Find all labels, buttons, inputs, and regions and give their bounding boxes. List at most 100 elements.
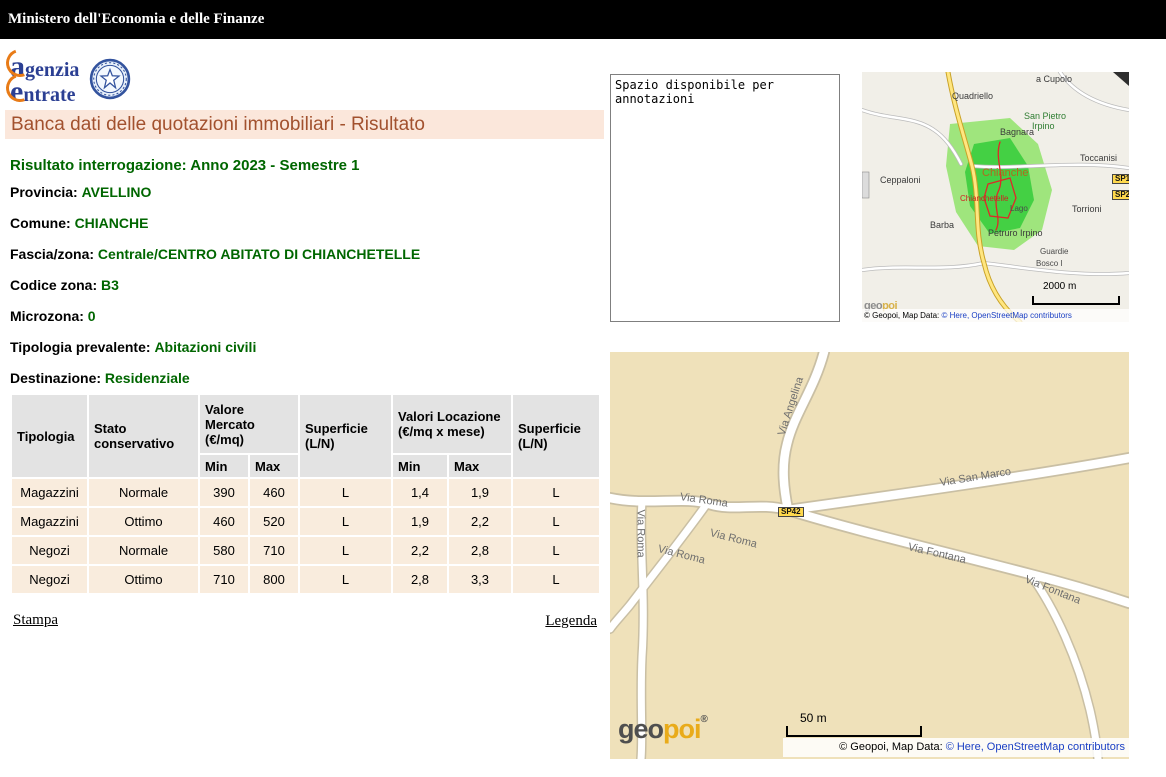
attribution-text: © Geopoi, Map Data: xyxy=(839,741,946,753)
annotations-textarea[interactable]: Spazio disponibile per annotazioni xyxy=(610,74,840,322)
map-label: Barba xyxy=(930,221,954,230)
cell-vm-max: 710 xyxy=(250,537,298,564)
quotazioni-table: Tipologia Stato conservativo Valore Merc… xyxy=(10,393,601,595)
cell-tipologia: Magazzini xyxy=(12,479,87,506)
agenzia-entrate-logo[interactable]: agenzia entrate xyxy=(10,56,131,106)
field-label: Destinazione: xyxy=(10,370,101,386)
cell-vm-max: 800 xyxy=(250,566,298,593)
col-header-max: Max xyxy=(449,455,511,477)
map-scale-label: 50 m xyxy=(800,711,827,725)
cell-superficie: L xyxy=(300,537,391,564)
cell-superficie: L xyxy=(300,479,391,506)
logo-line-2: entrate xyxy=(10,81,79,106)
col-header-min: Min xyxy=(200,455,248,477)
result-fields: Provincia: AVELLINO Comune: CHIANCHE Fas… xyxy=(10,184,420,401)
cell-vl-min: 1,4 xyxy=(393,479,447,506)
col-header-valori-locazione: Valori Locazione (€/mq x mese) xyxy=(393,395,511,453)
cell-vm-min: 460 xyxy=(200,508,248,535)
map-label: Via Roma xyxy=(709,528,758,550)
cell-vl-max: 3,3 xyxy=(449,566,511,593)
col-header-superficie-1: Superficie (L/N) xyxy=(300,395,391,477)
cell-stato: Normale xyxy=(89,537,198,564)
legenda-wrap: Legenda xyxy=(5,612,597,630)
cell-stato: Ottimo xyxy=(89,566,198,593)
cell-superficie: L xyxy=(513,479,599,506)
attribution-links[interactable]: © Here, OpenStreetMap contributors xyxy=(946,741,1125,753)
result-field: Provincia: AVELLINO xyxy=(10,184,420,215)
cell-vl-max: 1,9 xyxy=(449,479,511,506)
field-value: Residenziale xyxy=(105,370,190,386)
republic-emblem-icon xyxy=(89,58,131,105)
map-label: Guardie xyxy=(1040,248,1068,256)
cell-superficie: L xyxy=(300,566,391,593)
page: { "topbar": { "title": "Ministero dell'E… xyxy=(0,0,1166,777)
cell-superficie: L xyxy=(513,537,599,564)
map-label: Quadriello xyxy=(952,92,993,101)
map-attribution: © Geopoi, Map Data: © Here, OpenStreetMa… xyxy=(862,309,1129,322)
result-field: Fascia/zona: Centrale/CENTRO ABITATO DI … xyxy=(10,246,420,277)
field-value: 0 xyxy=(88,308,96,324)
detail-map-labels: Via AngelinaVia San MarcoVia RomaVia Rom… xyxy=(610,352,1129,759)
attribution-text: © Geopoi, Map Data: xyxy=(864,311,942,320)
map-label: Bagnara xyxy=(1000,128,1034,137)
cell-tipologia: Negozi xyxy=(12,566,87,593)
col-header-max: Max xyxy=(250,455,298,477)
attribution-links[interactable]: © Here, OpenStreetMap contributors xyxy=(942,311,1072,320)
cell-vm-max: 520 xyxy=(250,508,298,535)
result-field: Comune: CHIANCHE xyxy=(10,215,420,246)
map-scale-bar xyxy=(786,726,922,737)
map-label: Torrioni xyxy=(1072,205,1102,214)
logo-letter-e: e xyxy=(10,81,23,102)
overview-map[interactable]: a Cupolo Quadriello San PietroIrpinoBagnar… xyxy=(862,72,1129,322)
cell-vm-min: 580 xyxy=(200,537,248,564)
result-field: Codice zona: B3 xyxy=(10,277,420,308)
map-label: a Cupolo xyxy=(1036,75,1072,84)
field-value: B3 xyxy=(101,277,119,293)
map-attribution: © Geopoi, Map Data: © Here, OpenStreetMa… xyxy=(783,738,1129,757)
result-heading: Risultato interrogazione: Anno 2023 - Se… xyxy=(10,157,360,174)
map-label: Via Roma xyxy=(679,492,728,510)
cell-superficie: L xyxy=(300,508,391,535)
cell-vl-min: 2,8 xyxy=(393,566,447,593)
col-header-superficie-2: Superficie (L/N) xyxy=(513,395,599,477)
cell-vl-min: 1,9 xyxy=(393,508,447,535)
field-label: Codice zona: xyxy=(10,277,97,293)
page-title: Banca dati delle quotazioni immobiliari … xyxy=(5,110,604,139)
overview-map-labels: a Cupolo Quadriello San PietroIrpinoBagnar… xyxy=(862,72,1129,322)
geopoi-logo: geopoi® xyxy=(618,714,707,745)
geopoi-logo-poi: poi xyxy=(663,714,701,744)
ministry-bar: Ministero dell'Economia e delle Finanze xyxy=(0,0,1166,39)
map-label: Chianche xyxy=(982,168,1028,179)
map-label: Via Roma xyxy=(635,510,646,558)
cell-vl-max: 2,8 xyxy=(449,537,511,564)
map-label: Bosco I xyxy=(1036,260,1063,268)
col-header-valore-mercato: Valore Mercato (€/mq) xyxy=(200,395,298,453)
cell-superficie: L xyxy=(513,508,599,535)
map-label: Irpino xyxy=(1032,122,1055,131)
result-field: Microzona: 0 xyxy=(10,308,420,339)
detail-map[interactable]: Via AngelinaVia San MarcoVia RomaVia Rom… xyxy=(610,352,1129,759)
road-badge: SP1 xyxy=(1112,174,1129,184)
legenda-link[interactable]: Legenda xyxy=(545,613,597,629)
field-label: Provincia: xyxy=(10,184,78,200)
col-header-tipologia: Tipologia xyxy=(12,395,87,477)
table-row: Negozi Normale 580 710 L 2,2 2,8 L xyxy=(12,537,599,564)
geopoi-logo-geo: geo xyxy=(618,714,663,744)
cell-tipologia: Negozi xyxy=(12,537,87,564)
table-row: Magazzini Normale 390 460 L 1,4 1,9 L xyxy=(12,479,599,506)
cell-vl-max: 2,2 xyxy=(449,508,511,535)
logo-wordmark: agenzia entrate xyxy=(10,56,79,106)
map-scale-bar xyxy=(1032,296,1120,305)
map-scale-label: 2000 m xyxy=(1043,281,1076,292)
field-label: Microzona: xyxy=(10,308,84,324)
map-label: Via Roma xyxy=(657,544,706,566)
map-label: Via Fontana xyxy=(907,542,967,566)
map-label: San Pietro xyxy=(1024,112,1066,121)
col-header-stato-conservativo: Stato conservativo xyxy=(89,395,198,477)
map-label: Toccanisi xyxy=(1080,154,1117,163)
cell-vl-min: 2,2 xyxy=(393,537,447,564)
map-label: Via Angelina xyxy=(777,376,806,437)
field-value: Centrale/CENTRO ABITATO DI CHIANCHETELLE xyxy=(98,246,420,262)
cell-stato: Normale xyxy=(89,479,198,506)
table-row: Negozi Ottimo 710 800 L 2,8 3,3 L xyxy=(12,566,599,593)
